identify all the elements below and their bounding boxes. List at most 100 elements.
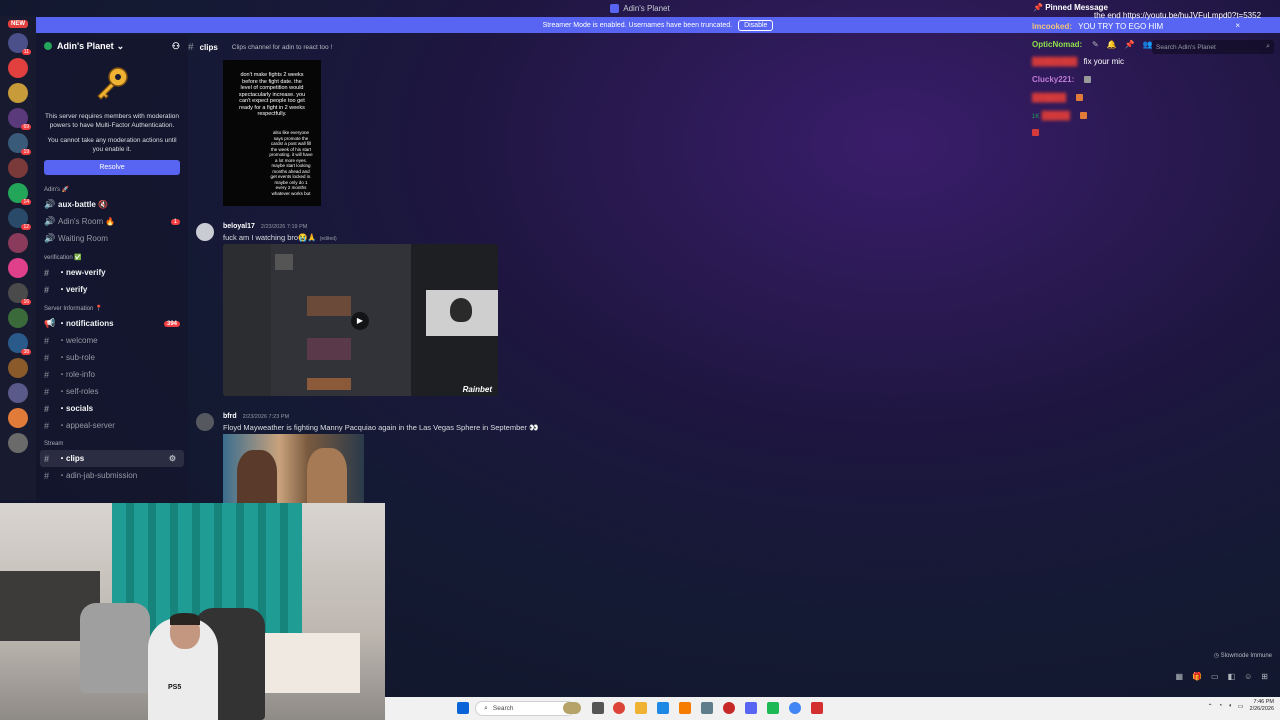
network-icon[interactable]: ◔ [1219,703,1223,709]
server-icon[interactable] [8,258,28,278]
channel-role-info[interactable]: # ・role-info [36,366,188,383]
stream-chat-overlay: 📌 Pinned Message the end https://youtu.b… [1030,0,1280,145]
mention-badge: 19 [21,149,31,155]
message-author[interactable]: bfrd 2/23/2026 7:23 PM [223,413,289,420]
sticker-icon[interactable]: ◧ [1228,672,1236,681]
hash-icon: # [44,284,50,295]
server-name: Adin's Planet [57,41,114,51]
task-view-icon[interactable] [592,702,604,714]
gif-icon[interactable]: ▭ [1211,672,1219,681]
server-icon[interactable]: 12 [8,208,31,230]
widgets-icon[interactable] [563,702,581,714]
hash-icon: # [44,352,50,363]
taskbar-clock[interactable]: 7:46 PM 2/26/2026 [1250,699,1274,713]
channel-clips[interactable]: # ・clips ⚙ [40,450,184,467]
hash-icon: # [44,369,50,380]
message-text: fuck am I watching bro😭🙏 [223,233,317,242]
channel-sub-role[interactable]: # ・sub-role [36,349,188,366]
server-icon[interactable] [8,83,28,103]
chevron-up-icon[interactable]: ⌃ [1208,703,1213,710]
chrome-icon[interactable] [613,702,625,714]
app-icon[interactable] [811,702,823,714]
image-attachment[interactable]: don't make fights 2 weeks before the fig… [223,60,321,206]
avatar[interactable] [196,223,214,241]
invite-people-icon[interactable]: ⚇ [172,41,180,52]
server-icon[interactable] [8,58,28,78]
server-icon[interactable]: 19 [8,133,31,155]
play-icon[interactable]: ▶ [351,312,369,330]
app-icon[interactable] [789,702,801,714]
category-stream[interactable]: Stream [36,434,188,450]
message-list: don't make fights 2 weeks before the fig… [188,58,1028,503]
gear-icon[interactable]: ⚙ [169,454,176,463]
battery-icon[interactable]: ▭ [1238,703,1244,710]
server-icon[interactable] [8,358,28,378]
chat-line: ██████ [1032,93,1084,102]
server-icon[interactable]: 14 [8,183,31,205]
channel-label: ・appeal-server [58,421,115,430]
server-icon[interactable]: 38 [8,333,31,355]
windows-start-icon[interactable] [457,702,469,714]
category-server-info[interactable]: Server Information 📍 [36,298,188,315]
category-label: Stream [44,441,64,447]
emoji-icon[interactable]: ☺ [1244,672,1252,681]
avatar[interactable] [196,413,214,431]
channel-aux-battle[interactable]: 🔊 aux-battle 🔇 [36,196,188,213]
channel-appeal-server[interactable]: # ・appeal-server [36,417,188,434]
app-icon[interactable] [657,702,669,714]
discord-taskbar-icon[interactable] [745,702,757,714]
channel-label: ・verify [58,285,88,294]
unread-badge: 394 [163,320,180,327]
emote-icon [1076,94,1084,102]
message-timestamp: 2/23/2026 7:19 PM [260,224,308,230]
apps-icon[interactable]: ⊞ [1261,672,1268,681]
channel-waiting-room[interactable]: 🔊 Waiting Room [36,230,188,247]
channel-verify[interactable]: # ・verify [36,281,188,298]
app-launcher-icon[interactable]: ▦ [1175,672,1183,681]
server-icon[interactable]: 69 [8,108,31,130]
channel-adins-room[interactable]: 🔊 Adin's Room 🔥 1 [36,213,188,230]
channel-topic[interactable]: Clips channel for adin to react too ! [232,44,332,51]
server-icon[interactable] [8,233,28,253]
chat-line: 1K █████ [1032,111,1088,120]
resolve-button[interactable]: Resolve [44,160,180,175]
chat-username-redacted: █████ [1041,111,1070,120]
channel-self-roles[interactable]: # ・self-roles [36,383,188,400]
channel-welcome[interactable]: # ・welcome [36,332,188,349]
disable-streamer-mode-button[interactable]: Disable [738,19,774,31]
app-icon[interactable] [679,702,691,714]
volume-icon[interactable]: ◖ [1228,703,1232,709]
server-icon[interactable] [8,383,28,403]
file-explorer-icon[interactable] [635,702,647,714]
server-icon[interactable] [8,408,28,428]
window-title: Adin's Planet [623,3,670,13]
category-adins[interactable]: Adin's 🚀 [36,179,188,196]
channel-adin-jab-submission[interactable]: # ・adin-jab-submission [36,467,188,484]
megaphone-icon: 📢 [44,318,56,328]
image-attachment[interactable] [223,434,364,503]
channel-notifications[interactable]: 📢 ・notifications 394 [36,315,188,332]
server-icon[interactable] [8,308,28,328]
app-icon[interactable] [723,702,735,714]
server-icon[interactable]: 16 [8,283,31,305]
app-icon[interactable] [767,702,779,714]
message-content: Floyd Mayweather is fighting Manny Pacqu… [223,423,538,432]
gift-icon[interactable]: 🎁 [1192,672,1202,681]
server-icon[interactable] [8,158,28,178]
server-icon[interactable] [8,433,28,453]
pinned-url: the end https://youtu.be/huJVFuLmpd0?t=5… [1094,11,1262,20]
message-author[interactable]: beloyal17 2/23/2026 7:19 PM [223,223,307,230]
channel-socials[interactable]: # ・socials [36,400,188,417]
hash-icon: # [44,267,50,278]
voice-icon: 🔊 [44,199,56,209]
clock-date: 2/26/2026 [1249,706,1274,712]
slowmode-text: Slowmode Immune [1220,653,1272,659]
video-attachment[interactable]: ▶ Rainbet [223,244,498,396]
app-icon[interactable] [701,702,713,714]
category-verification[interactable]: verification ✅ [36,247,188,264]
server-icon[interactable]: 11 [8,33,31,55]
taskbar-search[interactable]: ⌕ Search [475,701,575,716]
channel-new-verify[interactable]: # ・new-verify [36,264,188,281]
server-header[interactable]: Adin's Planet ⌄ ⚇ [36,35,188,57]
category-label: Adin's 🚀 [44,187,70,193]
